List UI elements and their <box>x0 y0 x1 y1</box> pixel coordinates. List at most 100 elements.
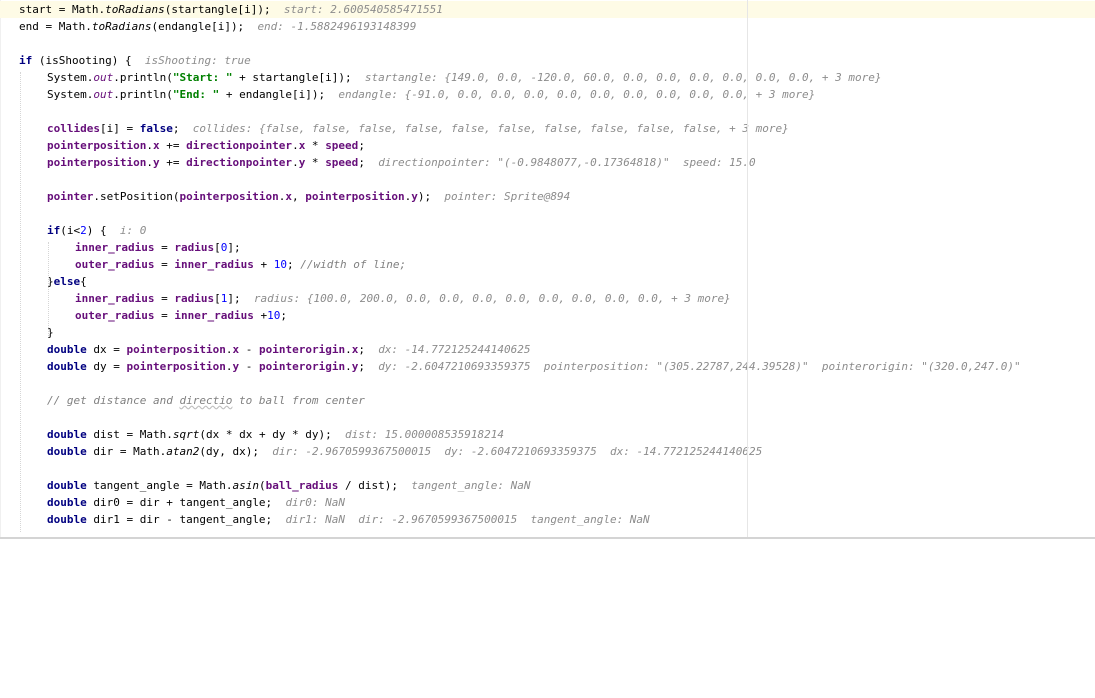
code-line[interactable] <box>0 171 1095 188</box>
code-token: [ <box>214 292 221 305</box>
code-line[interactable]: pointerposition.y += directionpointer.y … <box>0 154 1095 171</box>
code-token: (dx * dx + dy * dy); <box>199 428 346 441</box>
code-text: double dir1 = dir - tangent_angle; dir1:… <box>47 511 650 528</box>
code-line[interactable]: if(i<2) { i: 0 <box>0 222 1095 239</box>
inline-debug-value: start: 2.600540585471551 <box>283 3 443 16</box>
inline-debug-value: collides: {false, false, false, false, f… <box>192 122 789 135</box>
code-line[interactable]: pointer.setPosition(pointerposition.x, p… <box>0 188 1095 205</box>
code-token: . <box>345 360 352 373</box>
code-line[interactable] <box>0 205 1095 222</box>
code-token: (startangle[i]); <box>164 3 284 16</box>
code-line[interactable]: double tangent_angle = Math.asin(ball_ra… <box>0 477 1095 494</box>
code-token: / dist); <box>338 479 412 492</box>
code-token: += <box>159 139 187 152</box>
code-token: (dy, dx); <box>199 445 273 458</box>
code-line[interactable]: inner_radius = radius[0]; <box>0 239 1095 256</box>
code-line[interactable]: if (isShooting) { isShooting: true <box>0 52 1095 69</box>
code-token: radius <box>174 241 215 254</box>
inline-debug-value: radius: {100.0, 200.0, 0.0, 0.0, 0.0, 0.… <box>253 292 731 305</box>
code-line[interactable]: } <box>0 324 1095 341</box>
code-line[interactable]: outer_radius = inner_radius + 10; //widt… <box>0 256 1095 273</box>
code-token: atan2 <box>166 445 200 458</box>
code-line[interactable] <box>0 375 1095 392</box>
code-token: { <box>80 275 87 288</box>
code-token: dir0 = dir + tangent_angle; <box>86 496 286 509</box>
code-line[interactable] <box>0 460 1095 477</box>
code-token: double <box>47 445 87 458</box>
code-token: inner_radius <box>174 258 254 271</box>
code-token: (endangle[i]); <box>151 20 258 33</box>
code-text: pointer.setPosition(pointerposition.x, p… <box>47 188 570 205</box>
code-token: directionpointer <box>186 139 293 152</box>
code-token: directio <box>179 394 233 407</box>
code-line[interactable]: inner_radius = radius[1]; radius: {100.0… <box>0 290 1095 307</box>
code-token: .println( <box>113 71 173 84</box>
code-text: double dx = pointerposition.x - pointero… <box>47 341 531 358</box>
code-line[interactable]: double dir1 = dir - tangent_angle; dir1:… <box>0 511 1095 528</box>
code-line-current[interactable]: start = Math.toRadians(startangle[i]); s… <box>0 1 1095 18</box>
inline-debug-value: isShooting: true <box>144 54 251 67</box>
code-token: collides <box>47 122 100 135</box>
indent-guide <box>48 242 50 336</box>
code-line[interactable] <box>0 35 1095 52</box>
code-line[interactable]: collides[i] = false; collides: {false, f… <box>0 120 1095 137</box>
code-token: tangent_angle = Math. <box>86 479 233 492</box>
code-token: (isShooting) { <box>32 54 145 67</box>
code-text: pointerposition.x += directionpointer.x … <box>47 137 365 154</box>
code-token: double <box>47 496 87 509</box>
code-text: if (isShooting) { isShooting: true <box>19 52 251 69</box>
code-token: speed <box>325 139 359 152</box>
code-line[interactable]: // get distance and directio to ball fro… <box>0 392 1095 409</box>
code-text: inner_radius = radius[0]; <box>75 239 241 256</box>
code-line[interactable]: pointerposition.x += directionpointer.x … <box>0 137 1095 154</box>
code-token: .println( <box>113 88 173 101</box>
code-token: //width of line; <box>300 258 407 271</box>
code-line[interactable] <box>0 409 1095 426</box>
code-line[interactable]: System.out.println("Start: " + startangl… <box>0 69 1095 86</box>
code-line[interactable] <box>0 103 1095 120</box>
code-text: }else{ <box>47 273 87 290</box>
code-token: 10 <box>267 309 281 322</box>
code-token: pointerposition <box>179 190 279 203</box>
code-line[interactable]: double dx = pointerposition.x - pointero… <box>0 341 1095 358</box>
code-token: dy = <box>86 360 127 373</box>
code-token: + <box>253 258 274 271</box>
code-token: - <box>239 360 259 373</box>
code-token: = <box>154 292 175 305</box>
code-token: ; <box>358 139 365 152</box>
code-text: System.out.println("Start: " + startangl… <box>47 69 881 86</box>
code-line[interactable]: System.out.println("End: " + endangle[i]… <box>0 86 1095 103</box>
code-text: outer_radius = inner_radius +10; <box>75 307 287 324</box>
code-token: directionpointer <box>186 156 293 169</box>
code-token: . <box>146 139 153 152</box>
code-token: outer_radius <box>75 309 155 322</box>
code-token: .setPosition( <box>93 190 180 203</box>
inline-debug-value: dy: -2.6047210693359375 pointerposition:… <box>378 360 1021 373</box>
code-token: x <box>152 139 160 152</box>
code-line[interactable]: double dy = pointerposition.y - pointero… <box>0 358 1095 375</box>
code-line[interactable]: double dir = Math.atan2(dy, dx); dir: -2… <box>0 443 1095 460</box>
code-token: pointerposition <box>126 343 226 356</box>
code-token: , <box>292 190 306 203</box>
code-token: = <box>154 258 175 271</box>
code-token: pointerposition <box>126 360 226 373</box>
code-text: collides[i] = false; collides: {false, f… <box>47 120 789 137</box>
code-text: // get distance and directio to ball fro… <box>47 392 365 409</box>
code-token: * <box>305 156 326 169</box>
code-line[interactable]: }else{ <box>0 273 1095 290</box>
code-token: double <box>47 513 87 526</box>
inline-debug-value: tangent_angle: NaN <box>411 479 531 492</box>
code-text: double dir0 = dir + tangent_angle; dir0:… <box>47 494 345 511</box>
code-token: pointerposition <box>47 156 147 169</box>
code-line[interactable]: end = Math.toRadians(endangle[i]); end: … <box>0 18 1095 35</box>
inline-debug-value: dir1: NaN dir: -2.9670599367500015 tange… <box>285 513 650 526</box>
code-editor[interactable]: start = Math.toRadians(startangle[i]); s… <box>0 0 1095 538</box>
code-token: double <box>47 360 87 373</box>
code-token: radius <box>174 292 215 305</box>
code-line[interactable]: outer_radius = inner_radius +10; <box>0 307 1095 324</box>
code-text: System.out.println("End: " + endangle[i]… <box>47 86 815 103</box>
code-line[interactable]: double dist = Math.sqrt(dx * dx + dy * d… <box>0 426 1095 443</box>
code-token: if <box>47 224 61 237</box>
code-token: else <box>53 275 81 288</box>
code-line[interactable]: double dir0 = dir + tangent_angle; dir0:… <box>0 494 1095 511</box>
